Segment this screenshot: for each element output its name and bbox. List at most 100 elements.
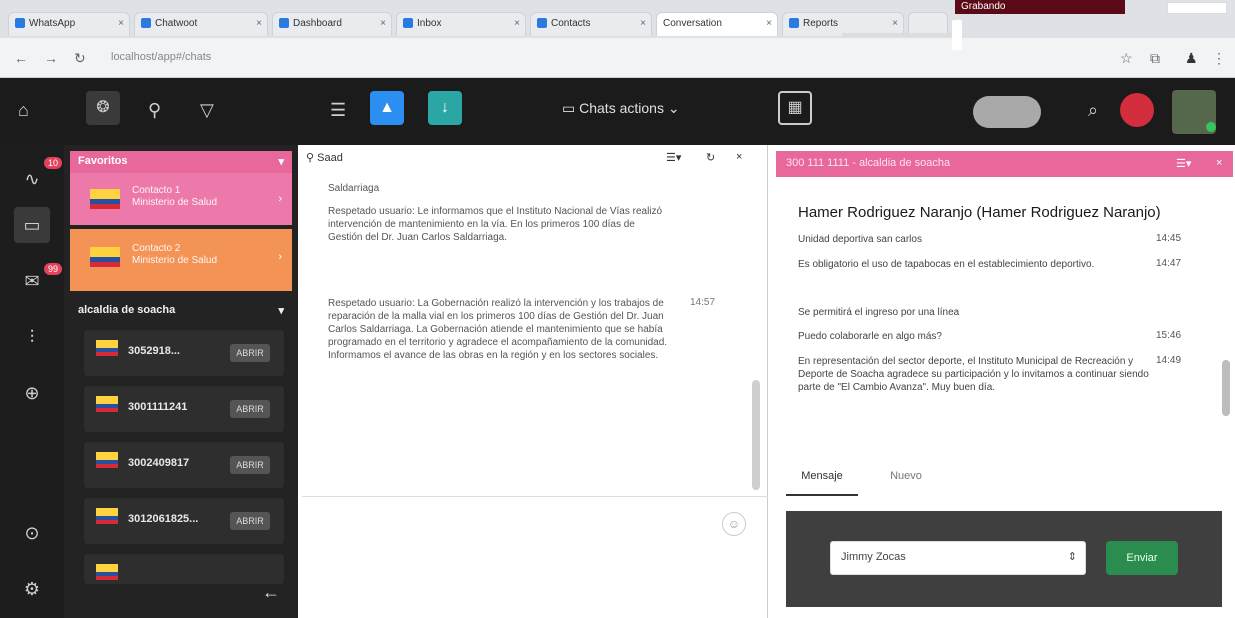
globe-icon[interactable]: ⊕ — [14, 375, 50, 411]
settings-gear-icon[interactable]: ⚙ — [14, 571, 50, 607]
home-icon[interactable]: ⌂ — [18, 100, 29, 121]
browser-tab[interactable]: WhatsApp × — [8, 12, 130, 36]
emoji-icon[interactable]: ☺ — [722, 512, 746, 536]
conversation-item[interactable]: 3052918... ABRIR — [84, 330, 284, 376]
search-icon[interactable]: ⌕ — [1088, 100, 1098, 121]
activity-badge: 10 — [44, 157, 63, 169]
chat-message: Respetado usuario: Le informamos que el … — [328, 206, 663, 243]
history-time: 14:45 — [1156, 233, 1182, 244]
agent-select[interactable]: Jimmy Zocas ⇕ — [830, 541, 1086, 575]
filter-icon[interactable]: ▽ — [200, 100, 214, 121]
conversation-item[interactable]: 3001111241 ABRIR — [84, 386, 284, 432]
tab-new[interactable]: Nuevo — [870, 454, 942, 496]
pinned-conversation[interactable]: Contacto 2 Ministerio de Salud › — [70, 229, 292, 291]
tab-label: Conversation — [663, 18, 722, 29]
reload-icon[interactable]: ↻ — [74, 50, 86, 67]
browser-tab[interactable]: Chatwoot × — [134, 12, 268, 36]
forward-icon[interactable]: → — [44, 50, 58, 66]
chat-scrollbar[interactable] — [752, 380, 760, 490]
collapse-arrow-icon[interactable]: ← — [262, 582, 280, 603]
pinned-conversation-text: Contacto 2 Ministerio de Salud — [132, 243, 217, 267]
close-panel-icon[interactable]: × — [736, 151, 742, 163]
colombia-flag-icon — [90, 247, 120, 267]
volume-slider-thumb[interactable] — [952, 20, 962, 50]
volume-slider-track[interactable] — [842, 33, 960, 37]
message-compose-area[interactable] — [302, 496, 768, 618]
user-icon: ⚲ — [306, 152, 318, 164]
help-icon[interactable]: ⊙ — [14, 515, 50, 551]
url-field[interactable]: localhost/app#/chats — [105, 47, 1105, 69]
colombia-flag-icon — [96, 564, 118, 580]
chat-icon[interactable]: ▭ — [14, 207, 50, 243]
browser-tab[interactable]: Contacts × — [530, 12, 652, 36]
close-tab-icon[interactable]: × — [892, 18, 898, 29]
conversation-number: 3012061825... — [128, 513, 199, 525]
close-tab-icon[interactable]: × — [766, 18, 772, 29]
chevron-right-icon: › — [278, 193, 282, 205]
chats-actions-label: Chats actions — [579, 100, 664, 116]
sort-down-button[interactable]: ↓ — [428, 91, 462, 125]
calendar-icon[interactable]: ▦ — [778, 91, 812, 125]
stats-icon[interactable]: ⫶ — [14, 319, 50, 355]
colombia-flag-icon — [96, 340, 118, 356]
close-tab-icon[interactable]: × — [640, 18, 646, 29]
browser-tab-active[interactable]: Conversation × — [656, 12, 778, 36]
bookmark-star-icon[interactable]: ☆ — [1120, 50, 1133, 67]
pinned-line2: Ministerio de Salud — [132, 255, 218, 266]
window-controls[interactable] — [1167, 2, 1227, 14]
close-panel-icon[interactable]: × — [1216, 157, 1222, 169]
open-conversation-button[interactable]: ABRIR — [230, 344, 270, 362]
pinned-conversation-text: Contacto 1 Ministerio de Salud — [132, 185, 217, 209]
conversation-item[interactable] — [84, 554, 284, 584]
panel-options-icon[interactable]: ☰▾ — [666, 151, 681, 164]
contact-name: Hamer Rodriguez Naranjo (Hamer Rodriguez… — [798, 204, 1161, 221]
history-time: 15:46 — [1156, 330, 1182, 341]
sort-up-button[interactable]: ▲ — [370, 91, 404, 125]
colombia-flag-icon — [90, 189, 120, 209]
browser-tab[interactable]: Dashboard × — [272, 12, 392, 36]
close-tab-icon[interactable]: × — [118, 18, 124, 29]
colombia-flag-icon — [96, 452, 118, 468]
browser-tab[interactable]: Inbox × — [396, 12, 526, 36]
history-time: 14:49 — [1156, 355, 1182, 366]
back-icon[interactable]: ← — [14, 50, 28, 66]
chat-header-label: Saad — [317, 152, 343, 164]
pinned-line1: Contacto 2 — [132, 243, 181, 254]
status-toggle[interactable] — [973, 96, 1041, 128]
tab-favicon-icon — [279, 18, 289, 29]
send-button[interactable]: Enviar — [1106, 541, 1178, 575]
open-conversation-button[interactable]: ABRIR — [230, 400, 270, 418]
notification-avatar[interactable] — [1120, 93, 1154, 127]
chats-actions-dropdown[interactable]: ▭ Chats actions ⌄ — [554, 94, 734, 124]
browser-menu-icon[interactable]: ⋮ — [1212, 50, 1226, 67]
conversation-number: 3052918... — [128, 345, 180, 357]
group-section-header[interactable]: alcaldia de soacha ▾ — [70, 300, 292, 322]
menu-icon[interactable]: ☰ — [330, 100, 346, 121]
tab-message[interactable]: Mensaje — [786, 454, 858, 496]
open-conversation-button[interactable]: ABRIR — [230, 512, 270, 530]
conversation-number: 3001111241 — [128, 401, 188, 413]
extension-icon[interactable]: ⧉ — [1150, 50, 1160, 67]
history-scrollbar[interactable] — [1222, 360, 1230, 416]
open-conversation-button[interactable]: ABRIR — [230, 456, 270, 474]
app-header: ⌂ ❂ ⚲ ▽ ☰ ▲ ↓ ▭ Chats actions ⌄ ▦ ⌕ — [0, 20, 1235, 145]
history-message: Puedo colaborarle en algo más? — [798, 331, 942, 342]
profile-icon[interactable]: ♟ — [1185, 50, 1198, 67]
panel-options-icon[interactable]: ☰▾ — [1176, 157, 1191, 170]
conversation-item[interactable]: 3012061825... ABRIR — [84, 498, 284, 544]
close-tab-icon[interactable]: × — [380, 18, 386, 29]
refresh-icon[interactable]: ↻ — [706, 151, 715, 164]
tab-label: WhatsApp — [29, 18, 76, 29]
mail-badge: 99 — [44, 263, 63, 275]
select-arrows-icon: ⇕ — [1067, 551, 1077, 563]
pinned-line1: Contacto 1 — [132, 185, 181, 196]
close-tab-icon[interactable]: × — [256, 18, 262, 29]
layers-icon[interactable]: ❂ — [86, 91, 120, 125]
chat-message: Respetado usuario: La Gobernación realiz… — [328, 298, 668, 361]
person-icon[interactable]: ⚲ — [148, 100, 161, 121]
conversation-item[interactable]: 3002409817 ABRIR — [84, 442, 284, 488]
chevron-icon: ▾ — [278, 156, 284, 168]
close-tab-icon[interactable]: × — [514, 18, 520, 29]
pinned-section-header[interactable]: Favoritos ▾ — [70, 151, 292, 173]
pinned-conversation[interactable]: Contacto 1 Ministerio de Salud › — [70, 173, 292, 225]
